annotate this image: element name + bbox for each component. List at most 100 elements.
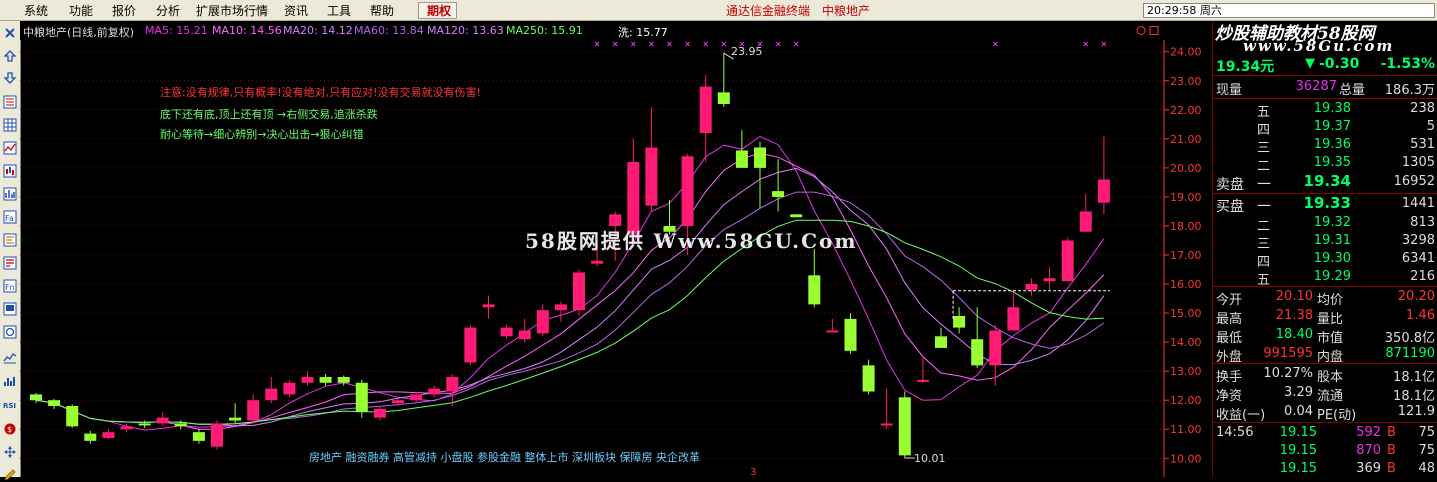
sell-side-label: 卖盘 <box>1216 177 1244 193</box>
ma60-value: MA60: 13.84 <box>354 24 424 37</box>
stat-open-value: 20.10 <box>1275 289 1313 304</box>
menu-news[interactable]: 资讯 <box>284 2 308 19</box>
candle-body <box>464 327 477 363</box>
signal-mark <box>721 41 727 47</box>
line-chart-icon[interactable] <box>3 141 17 155</box>
ma-lines <box>35 135 1105 431</box>
stat-ratio-value: 1.46 <box>1406 308 1435 323</box>
fund-icon[interactable]: Fa <box>3 210 17 224</box>
sell5-price: 19.38 <box>1313 101 1351 116</box>
candle-body <box>699 86 712 134</box>
buy2-price: 19.32 <box>1313 215 1351 230</box>
candle-body <box>1007 307 1020 331</box>
candle-body <box>319 376 332 383</box>
monitor-icon[interactable] <box>3 302 17 316</box>
candle-body <box>283 382 296 395</box>
candle-body <box>808 275 821 305</box>
terminal-title: 通达信金融终端 <box>726 4 811 18</box>
candle-chart-icon[interactable] <box>3 164 17 178</box>
stat-high-label: 最高 <box>1216 312 1243 327</box>
candle <box>953 307 966 334</box>
volume-icon[interactable] <box>3 374 17 388</box>
stat-low-value: 18.40 <box>1275 327 1313 342</box>
ma250-value: MA250: 15.91 <box>506 24 583 37</box>
menu-options[interactable]: 期权 <box>427 2 451 19</box>
note-line-1: 注意:没有规律,只有概率!没有绝对,只有应对!没有交易就没有伤害! <box>160 85 481 99</box>
candle-body <box>573 272 585 311</box>
tick-bs: B <box>1387 425 1396 440</box>
axis-tick-label: 20.00 <box>1170 162 1202 175</box>
candle-body <box>211 423 223 447</box>
chart-option-icon[interactable] <box>1136 26 1146 35</box>
svg-text:Fa: Fa <box>5 214 14 223</box>
candle <box>989 324 1002 386</box>
candle <box>735 130 748 168</box>
sell1-price: 19.34 <box>1303 172 1351 190</box>
candle-body <box>518 330 531 340</box>
kline-chart[interactable]: 24.00 23.00 22.00 21.00 20.00 19.00 18.00 17.00… <box>20 40 1210 477</box>
candle <box>192 429 205 444</box>
buy3-vol: 3298 <box>1401 233 1435 248</box>
ma-line <box>35 152 1105 430</box>
info-icon[interactable] <box>3 233 17 247</box>
formula-icon[interactable]: Fn <box>3 279 17 293</box>
candle <box>247 394 260 424</box>
signal-mark <box>793 41 799 47</box>
chart-close-icon[interactable] <box>1149 26 1159 35</box>
stat-ratio-label: 量比 <box>1317 312 1344 327</box>
candle-body <box>971 339 984 366</box>
candle-body <box>247 400 260 421</box>
candle <box>1043 266 1056 290</box>
ma-line <box>35 167 1105 427</box>
candle <box>754 141 766 209</box>
candle-body <box>138 423 151 426</box>
menu-help[interactable]: 帮助 <box>370 2 394 19</box>
indicator-icon[interactable] <box>3 351 17 365</box>
quote-table-icon[interactable] <box>3 95 17 109</box>
cycle-icon[interactable] <box>3 325 17 339</box>
note-line-3: 耐心等待→细心辨别→决心出击→狠心纠错 <box>160 127 364 141</box>
tick-count: 48 <box>1418 461 1435 476</box>
rsi-icon[interactable]: RSI <box>3 398 17 412</box>
menu-extended-market[interactable]: 扩展市场行情 <box>196 2 268 19</box>
signal-marks <box>594 41 1107 47</box>
menu-function[interactable]: 功能 <box>69 2 93 19</box>
candle-body <box>681 156 694 226</box>
stat-mktcap-label: 市值 <box>1317 331 1344 346</box>
x-icon[interactable] <box>3 26 17 40</box>
candle-body <box>410 394 423 401</box>
menu-system[interactable]: 系统 <box>24 2 48 19</box>
candle-body <box>156 417 169 424</box>
signal-mark <box>1083 41 1089 47</box>
money-icon[interactable]: $ <box>3 422 17 436</box>
candle <box>717 53 730 107</box>
svg-text:$: $ <box>7 425 12 434</box>
zongliang-value: 186.3万 <box>1384 83 1435 98</box>
move-icon[interactable] <box>3 445 17 459</box>
change-arrow: ▼ <box>1305 56 1315 71</box>
xianliang-label: 现量 <box>1216 83 1243 98</box>
arrow-up-icon[interactable] <box>3 49 17 63</box>
candle-body <box>735 150 748 168</box>
fin-shares-label: 股本 <box>1317 370 1344 385</box>
bar-chart-icon[interactable] <box>3 187 17 201</box>
pencil-icon[interactable] <box>3 468 17 482</box>
axis-tick-label: 15.00 <box>1170 307 1202 320</box>
menu-quote[interactable]: 报价 <box>112 2 136 19</box>
tick-count: 75 <box>1418 425 1435 440</box>
grid-table-icon[interactable] <box>3 118 17 132</box>
sell2-price: 19.35 <box>1313 155 1351 170</box>
fin-float-label: 流通 <box>1317 389 1344 404</box>
price-axis: 24.00 23.00 22.00 21.00 20.00 19.00 18.00 17.00… <box>1163 40 1202 477</box>
menu-tools[interactable]: 工具 <box>327 2 351 19</box>
menu-analysis[interactable]: 分析 <box>156 2 180 19</box>
candle-body <box>1061 240 1074 282</box>
candle <box>971 307 984 369</box>
tick-price: 19.15 <box>1279 425 1317 440</box>
candle-body <box>826 330 839 333</box>
stat-low-label: 最低 <box>1216 331 1243 346</box>
candle-body <box>265 388 278 401</box>
candle <box>573 269 585 316</box>
report-icon[interactable] <box>3 256 17 270</box>
arrow-down-icon[interactable] <box>3 71 17 85</box>
